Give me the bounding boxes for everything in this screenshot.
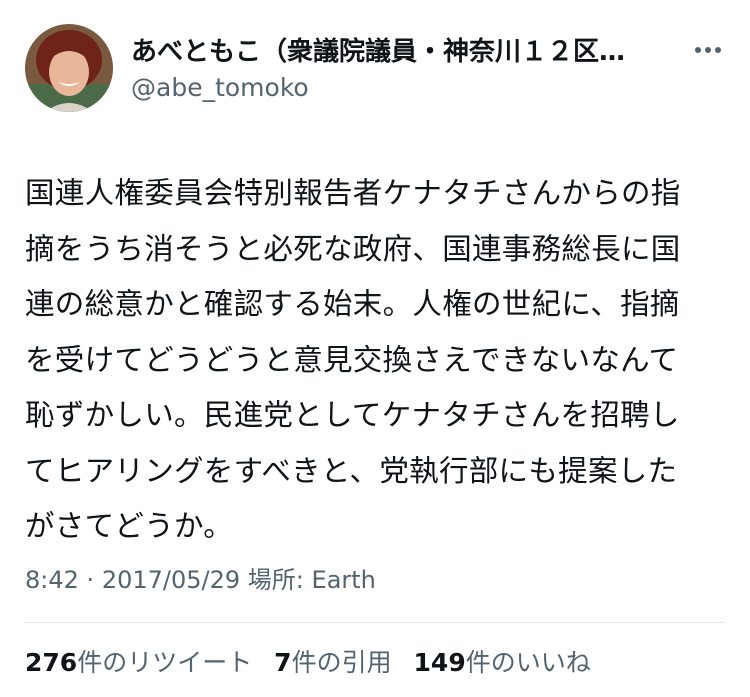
tweet-time[interactable]: 8:42 [25, 566, 79, 594]
profile-photo-icon [25, 24, 113, 112]
divider [25, 622, 725, 623]
more-horizontal-icon[interactable] [690, 36, 726, 64]
location-label: 場所: [247, 566, 304, 594]
retweets-label: 件のリツイート [77, 648, 253, 677]
retweets-stat[interactable]: 276件のリツイート [25, 648, 252, 677]
tweet-text-line: 国連人権委員会特別報告者ケナタチさんからの指 [25, 176, 681, 210]
tweet-card: あべともこ（衆議院議員・神奈川１２区… @abe_tomoko 国連人権委員会特… [0, 0, 750, 697]
tweet-text-line: を受けてどうどうと意見交換さえできないなんて [25, 342, 679, 377]
quotes-count: 7 [274, 648, 292, 677]
author-display-name[interactable]: あべともこ（衆議院議員・神奈川１２区… [131, 34, 671, 70]
likes-label: 件のいいね [465, 648, 591, 677]
tweet-text: 国連人権委員会特別報告者ケナタチさんからの指 摘をうち消そうと必死な政府、国連事… [25, 166, 730, 555]
author-handle[interactable]: @abe_tomoko [131, 72, 309, 104]
tweet-text-line: がさてどうか。 [25, 509, 234, 543]
tweet-date[interactable]: 2017/05/29 [102, 566, 240, 594]
tweet-text-line: 連の総意かと確認する始末。人権の世紀に、指摘 [25, 287, 680, 321]
tweet-text-line: 摘をうち消そうと必死な政府、国連事務総長に国 [25, 231, 681, 266]
retweets-count: 276 [25, 648, 78, 677]
tweet-stats: 276件のリツイート 7件の引用 149件のいいね [25, 646, 605, 680]
likes-count: 149 [413, 648, 466, 677]
tweet-meta: 8:42 · 2017/05/29 場所: Earth [25, 563, 376, 597]
likes-stat[interactable]: 149件のいいね [414, 648, 591, 677]
quotes-stat[interactable]: 7件の引用 [274, 648, 391, 677]
tweet-text-line: てヒアリングをすべきと、党執行部にも提案した [25, 453, 678, 488]
avatar[interactable] [25, 24, 113, 112]
quotes-label: 件の引用 [291, 648, 392, 677]
tweet-text-line: 恥ずかしい。民進党としてケナタチさんを招聘し [25, 398, 680, 432]
meta-separator: · [86, 566, 95, 594]
location-value[interactable]: Earth [312, 566, 376, 594]
